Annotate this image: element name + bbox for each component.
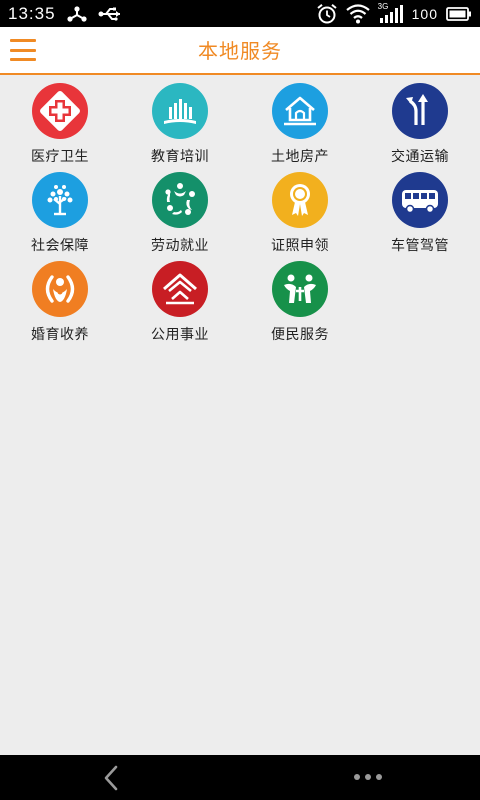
- service-label: 教育培训: [151, 149, 209, 165]
- service-vehicle[interactable]: 车管驾管: [360, 169, 480, 258]
- system-nav-bar: [0, 755, 480, 800]
- service-label: 土地房产: [271, 149, 329, 165]
- back-chevron-icon[interactable]: [100, 765, 124, 791]
- family-icon: [32, 261, 88, 317]
- education-books-icon: [152, 83, 208, 139]
- page-title: 本地服务: [198, 39, 282, 63]
- people-circle-icon: [152, 172, 208, 228]
- usb-icon: [98, 6, 124, 22]
- service-label: 劳动就业: [151, 238, 209, 254]
- service-marriage-adoption[interactable]: 婚育收养: [0, 258, 120, 347]
- service-employment[interactable]: 劳动就业: [120, 169, 240, 258]
- service-medical[interactable]: 医疗卫生: [0, 80, 120, 169]
- app-header: 本地服务: [0, 27, 480, 75]
- wifi-icon: [345, 3, 370, 24]
- network-type: 3G: [377, 1, 389, 11]
- service-label: 证照申领: [271, 238, 329, 254]
- house-icon: [272, 83, 328, 139]
- battery-level: 100: [411, 5, 438, 22]
- service-education[interactable]: 教育培训: [120, 80, 240, 169]
- award-ribbon-icon: [272, 172, 328, 228]
- battery-icon: [446, 6, 472, 22]
- tree-icon: [32, 172, 88, 228]
- more-dots-icon[interactable]: [352, 769, 384, 785]
- road-sign-icon: [392, 83, 448, 139]
- service-label: 便民服务: [271, 327, 329, 343]
- service-label: 医疗卫生: [31, 149, 89, 165]
- services-grid: 医疗卫生 教育培训 土地房产 交通运输 社会保障 劳动就业 证照申领 车管驾管 …: [0, 80, 480, 347]
- service-label: 婚育收养: [31, 327, 89, 343]
- service-land-property[interactable]: 土地房产: [240, 80, 360, 169]
- status-bar: 13:35 3G 100: [0, 0, 480, 27]
- service-label: 车管驾管: [391, 238, 449, 254]
- alarm-icon: [316, 3, 338, 25]
- service-transport[interactable]: 交通运输: [360, 80, 480, 169]
- signal-icon: 3G: [377, 1, 404, 24]
- medical-cross-icon: [32, 83, 88, 139]
- share-icon: [66, 5, 88, 23]
- service-public-utility[interactable]: 公用事业: [120, 258, 240, 347]
- community-icon: [272, 261, 328, 317]
- service-label: 公用事业: [151, 327, 209, 343]
- bus-icon: [392, 172, 448, 228]
- service-license[interactable]: 证照申领: [240, 169, 360, 258]
- building-emblem-icon: [152, 261, 208, 317]
- service-label: 社会保障: [31, 238, 89, 254]
- service-social-security[interactable]: 社会保障: [0, 169, 120, 258]
- status-time: 13:35: [8, 3, 56, 23]
- service-convenience[interactable]: 便民服务: [240, 258, 360, 347]
- service-label: 交通运输: [391, 149, 449, 165]
